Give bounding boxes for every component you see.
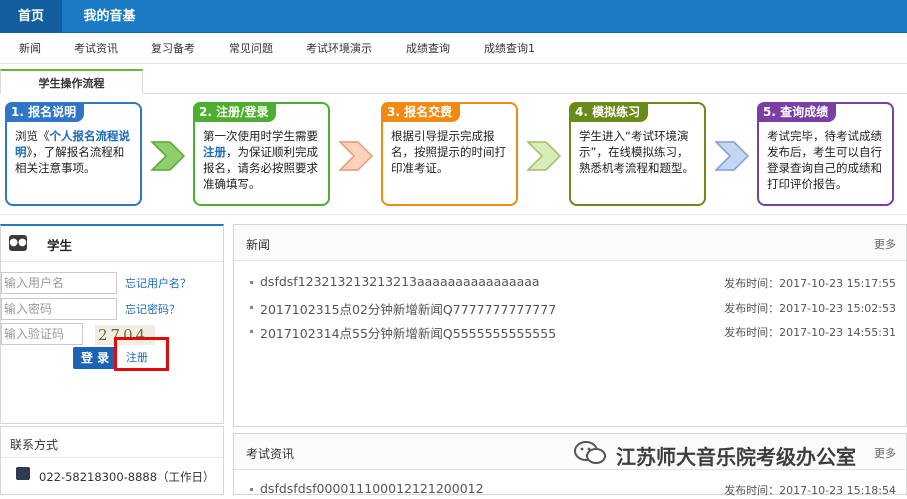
chevron-right-icon [714, 141, 750, 171]
bullet-icon [250, 330, 253, 333]
register-label: 注册 [126, 351, 148, 364]
step-score-query: 5. 查询成绩 考试完毕，待考试成绩发布后，考生可以自行登录查询自己的成绩和打印… [757, 102, 894, 206]
forgot-username-link[interactable]: 忘记用户名？ [125, 275, 191, 291]
bullet-icon [250, 281, 253, 284]
step-text: 第一次使用时学生需要注册，为保证顺利完成报名，请务必按照要求准确填写。 [203, 129, 318, 191]
wechat-icon [574, 441, 606, 464]
news-item-date: 发布时间：2017-10-23 14:55:31 [724, 326, 896, 339]
exam-info-row[interactable]: dsfdsfdsf000011100012121200012 发布时间：2017… [248, 479, 900, 499]
top-bar: 首页 我的音基 [0, 0, 907, 33]
step-text: 考试完毕，待考试成绩发布后，考生可以自行登录查询自己的成绩和打印评价报告。 [767, 129, 882, 191]
tab-student-flow[interactable]: 学生操作流程 [0, 69, 143, 95]
exam-info-item-date: 发布时间：2017-10-23 15:18:54 [724, 484, 896, 497]
tab-my-music[interactable]: 我的音基 [62, 0, 157, 33]
nav-item-exam-demo[interactable]: 考试环境演示 [306, 33, 372, 64]
password-input[interactable]: 输入密码 [1, 298, 117, 320]
exam-info-more-link[interactable]: 更多 [874, 445, 896, 461]
news-row[interactable]: 2017102314点55分钟新增新闻Q5555555555555 发布时间：2… [248, 321, 900, 341]
news-item-title[interactable]: 2017102315点02分钟新增新闻Q7777777777777 [260, 299, 556, 318]
forgot-password-link[interactable]: 忘记密码？ [125, 301, 180, 317]
login-button[interactable]: 登 录 [73, 347, 117, 369]
flow-tab-bar: 学生操作流程 [0, 64, 907, 95]
main-nav: 新闻 考试资讯 复习备考 常见问题 考试环境演示 成绩查询 成绩查询1 [0, 33, 907, 64]
news-item-title[interactable]: 2017102314点55分钟新增新闻Q5555555555555 [260, 323, 556, 342]
step-title: 5. 查询成绩 [757, 102, 837, 122]
step-registration-info: 1. 报名说明 浏览《个人报名流程说明》，了解报名流程和相关注意事项。 [5, 102, 142, 206]
bullet-icon [250, 488, 253, 491]
news-item-date: 发布时间：2017-10-23 15:17:55 [724, 277, 896, 290]
news-row[interactable]: dsfdsf123213213213213aaaaaaaaaaaaaaaa 发布… [248, 272, 900, 292]
register-link[interactable]: 注册 [203, 145, 226, 159]
nav-item-exam-info[interactable]: 考试资讯 [74, 33, 118, 64]
chevron-right-icon [150, 141, 186, 171]
contact-phone: 022-58218300-8888（工作日） [39, 470, 215, 484]
nav-item-score-query[interactable]: 成绩查询 [406, 33, 450, 64]
nav-item-faq[interactable]: 常见问题 [229, 33, 273, 64]
nav-item-news[interactable]: 新闻 [19, 33, 41, 64]
step-practice: 4. 模拟练习 学生进入“考试环境演示”，在线模拟练习，熟悉机考流程和题型。 [569, 102, 706, 206]
login-header: ●● 学生 [1, 226, 223, 262]
chevron-right-icon [338, 141, 374, 171]
step-title: 2. 注册/登录 [193, 102, 277, 122]
users-icon: ●● [9, 235, 27, 251]
step-title: 4. 模拟练习 [569, 102, 649, 122]
nav-item-score-query-1[interactable]: 成绩查询1 [484, 33, 535, 64]
tab-home[interactable]: 首页 [0, 0, 62, 33]
divider [1, 457, 223, 458]
news-item-date: 发布时间：2017-10-23 15:02:53 [724, 302, 896, 315]
news-title: 新闻 [246, 238, 271, 252]
news-panel: 新闻 更多 dsfdsf123213213213213aaaaaaaaaaaaa… [233, 224, 907, 427]
step-text: 根据引导提示完成报名，按照提示的时间打印准考证。 [391, 129, 506, 175]
chevron-right-icon [526, 141, 562, 171]
contact-title: 联系方式 [10, 438, 59, 452]
news-header: 新闻 更多 [234, 225, 906, 261]
captcha-input[interactable]: 输入验证码 [1, 323, 83, 345]
flow-steps: 1. 报名说明 浏览《个人报名流程说明》，了解报名流程和相关注意事项。 2. 注… [0, 94, 907, 215]
phone-icon [16, 467, 30, 480]
login-title: 学生 [47, 238, 73, 253]
step-title: 1. 报名说明 [5, 102, 85, 122]
exam-info-item-title[interactable]: dsfdsfdsf000011100012121200012 [260, 481, 484, 496]
register-button[interactable]: 注册 [114, 337, 169, 371]
watermark-text: 江苏师大音乐院考级办公室 [616, 445, 856, 469]
step-text: 浏览《个人报名流程说明》，了解报名流程和相关注意事项。 [15, 129, 130, 175]
exam-info-title: 考试资讯 [246, 447, 295, 461]
username-input[interactable]: 输入用户名 [1, 272, 117, 294]
nav-item-review[interactable]: 复习备考 [151, 33, 195, 64]
bullet-icon [250, 306, 253, 309]
news-item-title[interactable]: dsfdsf123213213213213aaaaaaaaaaaaaaaa [260, 274, 540, 289]
step-title: 3. 报名交费 [381, 102, 461, 122]
step-register-login: 2. 注册/登录 第一次使用时学生需要注册，为保证顺利完成报名，请务必按照要求准… [193, 102, 330, 206]
login-panel: ●● 学生 输入用户名 忘记用户名？ 输入密码 忘记密码？ 输入验证码 2704… [0, 224, 224, 424]
news-more-link[interactable]: 更多 [874, 236, 896, 252]
news-row[interactable]: 2017102315点02分钟新增新闻Q7777777777777 发布时间：2… [248, 297, 900, 317]
step-payment: 3. 报名交费 根据引导提示完成报名，按照提示的时间打印准考证。 [381, 102, 518, 206]
contact-panel: 联系方式 022-58218300-8888（工作日） [0, 426, 224, 495]
step-text: 学生进入“考试环境演示”，在线模拟练习，熟悉机考流程和题型。 [579, 129, 694, 175]
